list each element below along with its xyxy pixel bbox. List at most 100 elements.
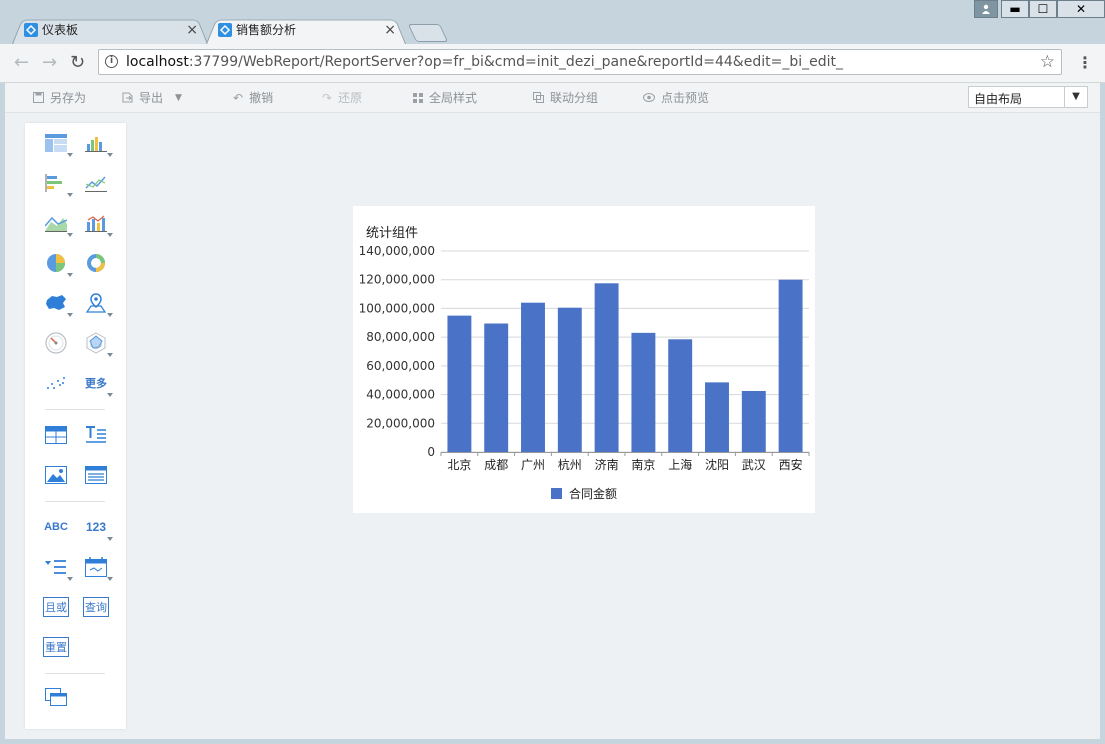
location-map-icon[interactable]	[83, 291, 113, 317]
y-tick-label: 80,000,000	[366, 330, 435, 344]
export-icon	[122, 92, 133, 103]
layout-select-value: 自由布局	[974, 92, 1023, 106]
bar[interactable]	[521, 302, 545, 452]
bar-chart-icon[interactable]	[83, 131, 113, 157]
forward-arrow-icon[interactable]: →	[42, 52, 57, 73]
and-or-label: 且或	[43, 597, 69, 617]
bar[interactable]	[447, 315, 472, 452]
tab-title: 仪表板	[42, 23, 79, 37]
tree-filter-icon[interactable]	[43, 555, 73, 581]
bar[interactable]	[557, 307, 582, 452]
palette-divider	[45, 673, 105, 674]
horizontal-bar-chart-icon[interactable]	[43, 171, 73, 197]
scatter-chart-icon[interactable]	[43, 371, 69, 395]
x-tick-label: 成都	[484, 458, 508, 472]
export-button[interactable]: 导出 ▼	[122, 89, 182, 106]
query-button[interactable]: 查询	[83, 595, 109, 619]
bar[interactable]	[741, 390, 766, 452]
undo-icon: ↶	[233, 90, 244, 105]
chart-widget[interactable]: 统计组件 0 20,000,000 40,000,000 60,000,000 80,0…	[353, 206, 815, 513]
layout-select[interactable]: 自由布局 ▼	[968, 86, 1088, 108]
maximize-button[interactable]: ☐	[1029, 0, 1057, 18]
tab-dashboard[interactable]: 仪表板 ×	[12, 16, 208, 44]
x-tick-label: 上海	[668, 457, 692, 472]
tab-title: 销售额分析	[236, 23, 297, 37]
reload-icon[interactable]: ↻	[70, 52, 85, 73]
gauge-chart-icon[interactable]	[43, 331, 69, 355]
redo-button[interactable]: ↷ 还原	[322, 89, 362, 106]
design-canvas: 更多 ABC 123 且或 查询 重置 统计组件 0 20,000,000 40…	[5, 113, 1100, 739]
bar[interactable]	[778, 279, 803, 452]
bar[interactable]	[594, 283, 619, 452]
chevron-down-icon[interactable]: ▼	[175, 93, 182, 103]
bookmark-star-icon[interactable]: ☆	[1040, 52, 1055, 72]
date-filter-icon[interactable]	[83, 555, 113, 581]
new-tab-button[interactable]	[407, 24, 449, 42]
click-preview-button[interactable]: 点击预览	[643, 89, 709, 106]
x-tick-label: 济南	[595, 457, 619, 472]
y-tick-label: 0	[427, 445, 435, 459]
bar[interactable]	[668, 339, 693, 452]
close-icon[interactable]: ×	[384, 16, 396, 44]
global-style-label: 全局样式	[429, 91, 478, 105]
y-tick-label: 40,000,000	[366, 388, 435, 402]
text-filter-button[interactable]: ABC	[43, 515, 69, 539]
radar-chart-icon[interactable]	[83, 331, 113, 357]
abc-label: ABC	[44, 521, 68, 533]
area-chart-icon[interactable]	[43, 211, 73, 237]
legend-swatch[interactable]	[551, 488, 562, 499]
pie-chart-icon[interactable]	[43, 251, 73, 277]
number-filter-button[interactable]: 123	[83, 515, 113, 541]
map-chart-icon[interactable]	[43, 291, 73, 317]
table-widget-icon[interactable]	[43, 131, 73, 157]
tab-container-icon[interactable]	[43, 685, 69, 709]
y-tick-label: 60,000,000	[366, 359, 435, 373]
info-icon[interactable]: i	[105, 55, 118, 68]
donut-chart-icon[interactable]	[83, 251, 109, 275]
close-icon[interactable]: ×	[186, 16, 198, 44]
global-style-button[interactable]: 全局样式	[413, 89, 477, 106]
chevron-down-icon[interactable]: ▼	[1064, 87, 1087, 107]
app-logo-icon	[218, 23, 232, 37]
export-label: 导出	[139, 91, 164, 105]
x-tick-label: 武汉	[742, 458, 766, 472]
reset-button[interactable]: 重置	[43, 635, 69, 659]
detail-table-icon[interactable]	[43, 423, 69, 447]
more-charts-button[interactable]: 更多	[83, 371, 113, 397]
line-chart-icon[interactable]	[83, 171, 109, 195]
url-path: :37799/WebReport/ReportServer?op=fr_bi&c…	[188, 54, 843, 70]
x-tick-label: 沈阳	[705, 457, 729, 472]
and-or-button[interactable]: 且或	[43, 595, 69, 619]
app-logo-icon	[24, 23, 38, 37]
close-window-button[interactable]: ✕	[1057, 0, 1105, 18]
bar[interactable]	[484, 323, 509, 452]
y-tick-label: 120,000,000	[359, 273, 435, 287]
x-tick-label: 西安	[779, 457, 803, 472]
web-widget-icon[interactable]	[83, 463, 109, 487]
bar[interactable]	[631, 332, 656, 452]
text-widget-icon[interactable]	[83, 423, 109, 447]
undo-button[interactable]: ↶ 撤销	[233, 89, 273, 106]
minimize-button[interactable]: ▬	[1001, 0, 1029, 18]
save-as-button[interactable]: 另存为	[33, 89, 86, 106]
bar[interactable]	[705, 382, 729, 452]
x-tick-label: 杭州	[558, 457, 582, 472]
linkage-group-button[interactable]: 联动分组	[533, 89, 598, 106]
address-bar[interactable]: i localhost:37799/WebReport/ReportServer…	[98, 49, 1062, 75]
save-icon	[33, 92, 44, 103]
back-arrow-icon[interactable]: ←	[14, 52, 29, 73]
redo-icon: ↷	[322, 90, 333, 105]
combo-chart-icon[interactable]	[83, 211, 113, 237]
palette-divider	[45, 409, 105, 410]
image-widget-icon[interactable]	[43, 463, 69, 487]
browser-menu-icon[interactable]: ⋮	[1077, 53, 1093, 72]
redo-label: 还原	[338, 91, 363, 105]
reset-label: 重置	[43, 637, 69, 657]
tab-sales-analysis[interactable]: 销售额分析 ×	[206, 16, 406, 44]
save-as-label: 另存为	[50, 91, 87, 105]
palette-divider	[45, 501, 105, 502]
x-tick-label: 南京	[631, 457, 655, 472]
x-tick-label: 广州	[521, 458, 545, 472]
user-icon[interactable]	[974, 0, 998, 18]
url-text[interactable]: localhost:37799/WebReport/ReportServer?o…	[126, 54, 843, 70]
